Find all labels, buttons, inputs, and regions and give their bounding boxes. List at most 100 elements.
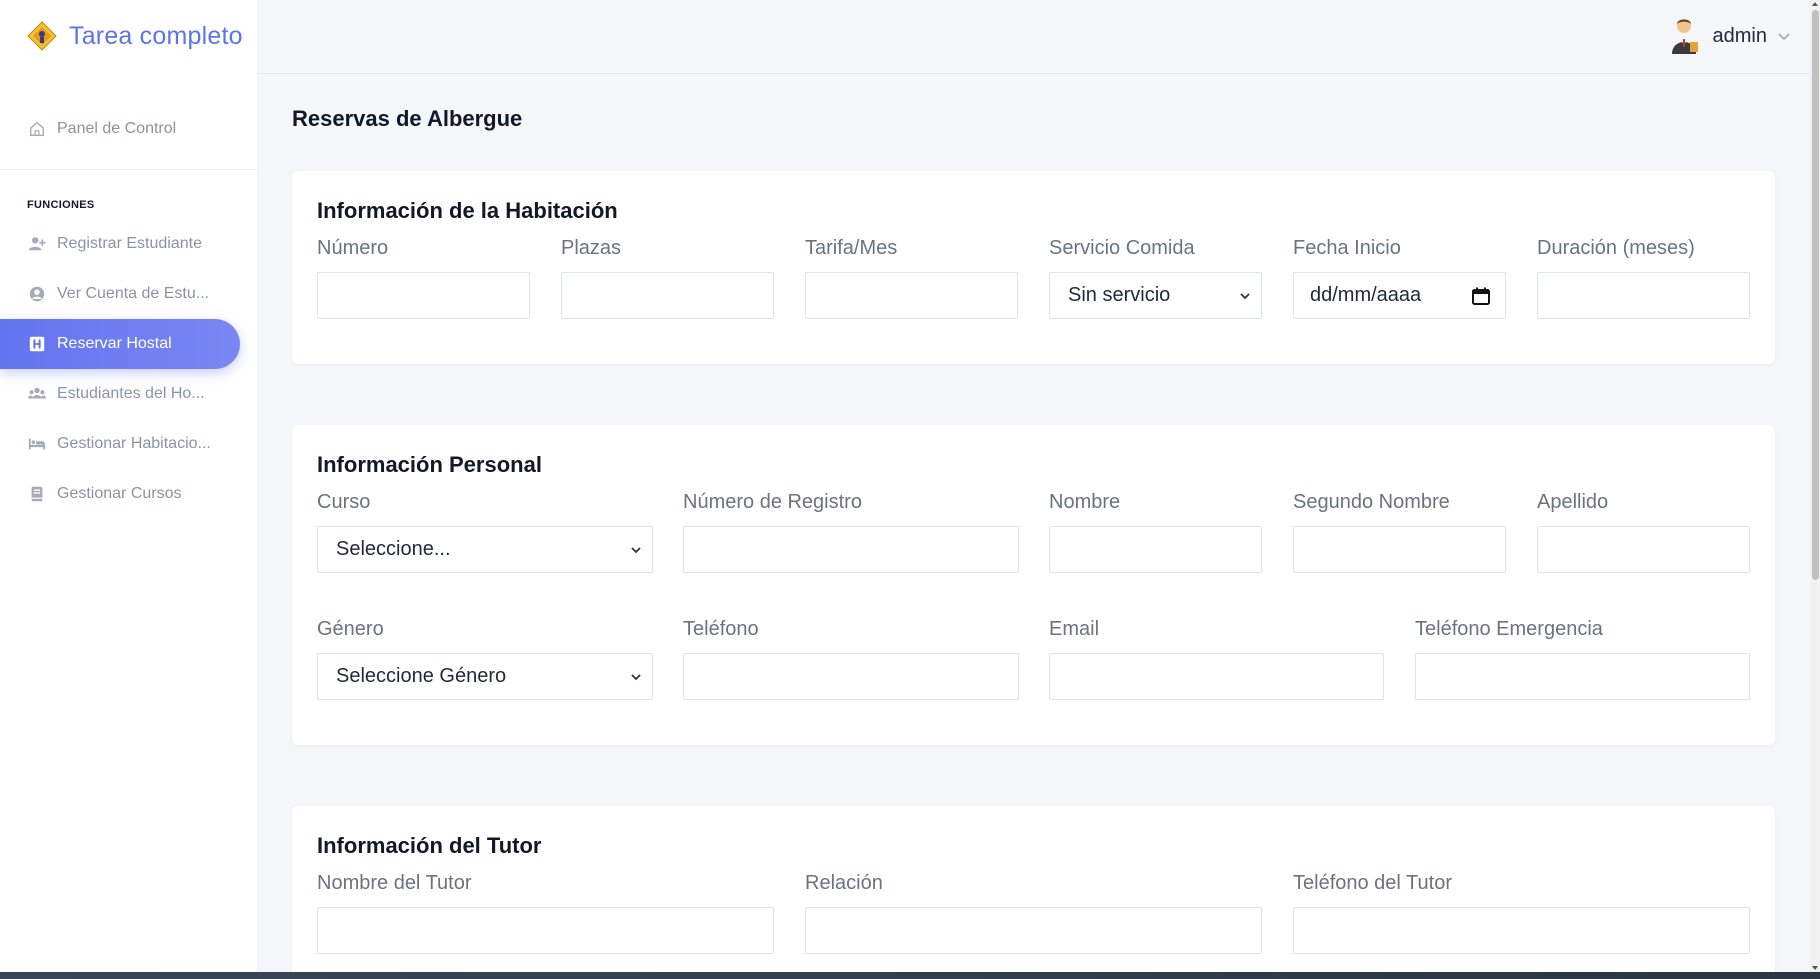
sidebar-item-gestionar-cursos[interactable]: Gestionar Cursos xyxy=(0,469,257,519)
sidebar-item-reservar-hostal[interactable]: Reservar Hostal xyxy=(0,319,240,369)
taskbar-edge xyxy=(0,972,1820,979)
nombre-input[interactable] xyxy=(1049,526,1262,573)
sidebar-divider xyxy=(0,169,257,170)
hostal-h-icon xyxy=(27,334,47,354)
registro-field-group: Número de Registro xyxy=(683,491,1019,573)
nombre-field-group: Nombre xyxy=(1049,491,1262,573)
fecha-field-group: Fecha Inicio dd/mm/aaaa xyxy=(1293,237,1506,319)
email-input[interactable] xyxy=(1049,653,1384,700)
curso-select[interactable]: Seleccione... xyxy=(317,526,653,573)
brand[interactable]: Tarea completo xyxy=(0,0,257,72)
sidebar-item-panel-de-control[interactable]: Panel de Control xyxy=(0,104,257,154)
plazas-field-group: Plazas xyxy=(561,237,774,319)
emergencia-input[interactable] xyxy=(1415,653,1750,700)
chevron-down-icon xyxy=(1240,293,1250,300)
tarifa-label: Tarifa/Mes xyxy=(805,237,898,259)
fecha-placeholder: dd/mm/aaaa xyxy=(1310,284,1422,306)
segundo-nombre-field-group: Segundo Nombre xyxy=(1293,491,1506,573)
curso-label: Curso xyxy=(317,491,371,513)
comida-label: Servicio Comida xyxy=(1049,237,1195,259)
genero-select[interactable]: Seleccione Género xyxy=(317,653,653,700)
segundo-nombre-input[interactable] xyxy=(1293,526,1506,573)
segundo-nombre-label: Segundo Nombre xyxy=(1293,491,1450,513)
numero-input[interactable] xyxy=(317,272,530,319)
tutor-nombre-input[interactable] xyxy=(317,907,774,954)
duracion-input[interactable] xyxy=(1537,272,1750,319)
chevron-down-icon xyxy=(631,547,641,554)
tutor-telefono-label: Teléfono del Tutor xyxy=(1293,872,1452,894)
bed-icon xyxy=(27,434,47,454)
brand-title: Tarea completo xyxy=(69,21,243,50)
main-content: Reservas de Albergue Información de la H… xyxy=(258,75,1803,972)
telefono-field-group: Teléfono xyxy=(683,618,1019,700)
curso-select-value: Seleccione... xyxy=(336,538,451,560)
sidebar-item-label: Gestionar Cursos xyxy=(57,485,182,502)
topbar: admin xyxy=(258,0,1813,74)
scroll-down-arrow-icon[interactable] xyxy=(1812,966,1818,970)
comida-select[interactable]: Sin servicio xyxy=(1049,272,1262,319)
book-icon xyxy=(27,484,47,504)
sidebar-item-label: Reservar Hostal xyxy=(57,335,172,352)
home-icon xyxy=(27,119,47,139)
plazas-label: Plazas xyxy=(561,237,622,259)
email-label: Email xyxy=(1049,618,1100,640)
genero-select-value: Seleccione Género xyxy=(336,665,507,687)
tutor-telefono-input[interactable] xyxy=(1293,907,1750,954)
page-title: Reservas de Albergue xyxy=(292,106,523,131)
fecha-date-input[interactable]: dd/mm/aaaa xyxy=(1293,272,1506,319)
sidebar-item-registrar-estudiante[interactable]: Registrar Estudiante xyxy=(0,219,257,269)
room-info-title: Información de la Habitación xyxy=(317,198,618,223)
sidebar-item-label: Gestionar Habitacio... xyxy=(57,435,211,452)
sidebar-item-label: Registrar Estudiante xyxy=(57,235,202,252)
brand-logo-icon xyxy=(27,21,57,51)
curso-field-group: Curso Seleccione... xyxy=(317,491,653,573)
relacion-field-group: Relación xyxy=(805,872,1262,954)
room-info-card: Información de la Habitación Número Plaz… xyxy=(292,171,1775,364)
avatar xyxy=(1671,19,1698,54)
registro-label: Número de Registro xyxy=(683,491,862,513)
fecha-label: Fecha Inicio xyxy=(1293,237,1401,259)
scrollbar-thumb[interactable] xyxy=(1812,10,1819,580)
telefono-input[interactable] xyxy=(683,653,1019,700)
tutor-info-card: Información del Tutor Nombre del Tutor R… xyxy=(292,806,1775,972)
tarifa-input[interactable] xyxy=(805,272,1018,319)
apellido-input[interactable] xyxy=(1537,526,1750,573)
nombre-label: Nombre xyxy=(1049,491,1121,513)
chevron-down-icon xyxy=(631,674,641,681)
sidebar: Tarea completo Panel de Control FUNCIONE… xyxy=(0,0,258,972)
comida-field-group: Servicio Comida Sin servicio xyxy=(1049,237,1262,319)
tutor-nombre-label: Nombre del Tutor xyxy=(317,872,472,894)
scroll-up-arrow-icon[interactable] xyxy=(1812,2,1818,6)
sidebar-item-ver-cuenta[interactable]: Ver Cuenta de Estu... xyxy=(0,269,257,319)
numero-field-group: Número xyxy=(317,237,530,319)
sidebar-item-gestionar-habitaciones[interactable]: Gestionar Habitacio... xyxy=(0,419,257,469)
telefono-label: Teléfono xyxy=(683,618,759,640)
emergencia-field-group: Teléfono Emergencia xyxy=(1415,618,1750,700)
chevron-down-icon xyxy=(1778,33,1790,41)
tutor-telefono-field-group: Teléfono del Tutor xyxy=(1293,872,1750,954)
page-scrollbar[interactable] xyxy=(1810,0,1820,972)
user-circle-icon xyxy=(27,284,47,304)
users-group-icon xyxy=(27,384,47,404)
user-plus-icon xyxy=(27,234,47,254)
user-name: admin xyxy=(1712,24,1767,47)
apellido-label: Apellido xyxy=(1537,491,1609,513)
personal-info-title: Información Personal xyxy=(317,452,542,477)
personal-info-card: Información Personal Curso Seleccione...… xyxy=(292,425,1775,745)
genero-field-group: Género Seleccione Género xyxy=(317,618,653,700)
plazas-input[interactable] xyxy=(561,272,774,319)
calendar-icon[interactable] xyxy=(1471,286,1491,306)
sidebar-section-title: FUNCIONES xyxy=(27,199,95,211)
relacion-input[interactable] xyxy=(805,907,1262,954)
relacion-label: Relación xyxy=(805,872,883,894)
sidebar-item-label: Estudiantes del Ho... xyxy=(57,385,205,402)
sidebar-item-estudiantes-hostal[interactable]: Estudiantes del Ho... xyxy=(0,369,257,419)
user-menu[interactable]: admin xyxy=(1667,16,1791,56)
registro-input[interactable] xyxy=(683,526,1019,573)
numero-label: Número xyxy=(317,237,389,259)
apellido-field-group: Apellido xyxy=(1537,491,1750,573)
comida-select-value: Sin servicio xyxy=(1068,284,1171,306)
email-field-group: Email xyxy=(1049,618,1384,700)
genero-label: Género xyxy=(317,618,384,640)
tutor-nombre-field-group: Nombre del Tutor xyxy=(317,872,774,954)
